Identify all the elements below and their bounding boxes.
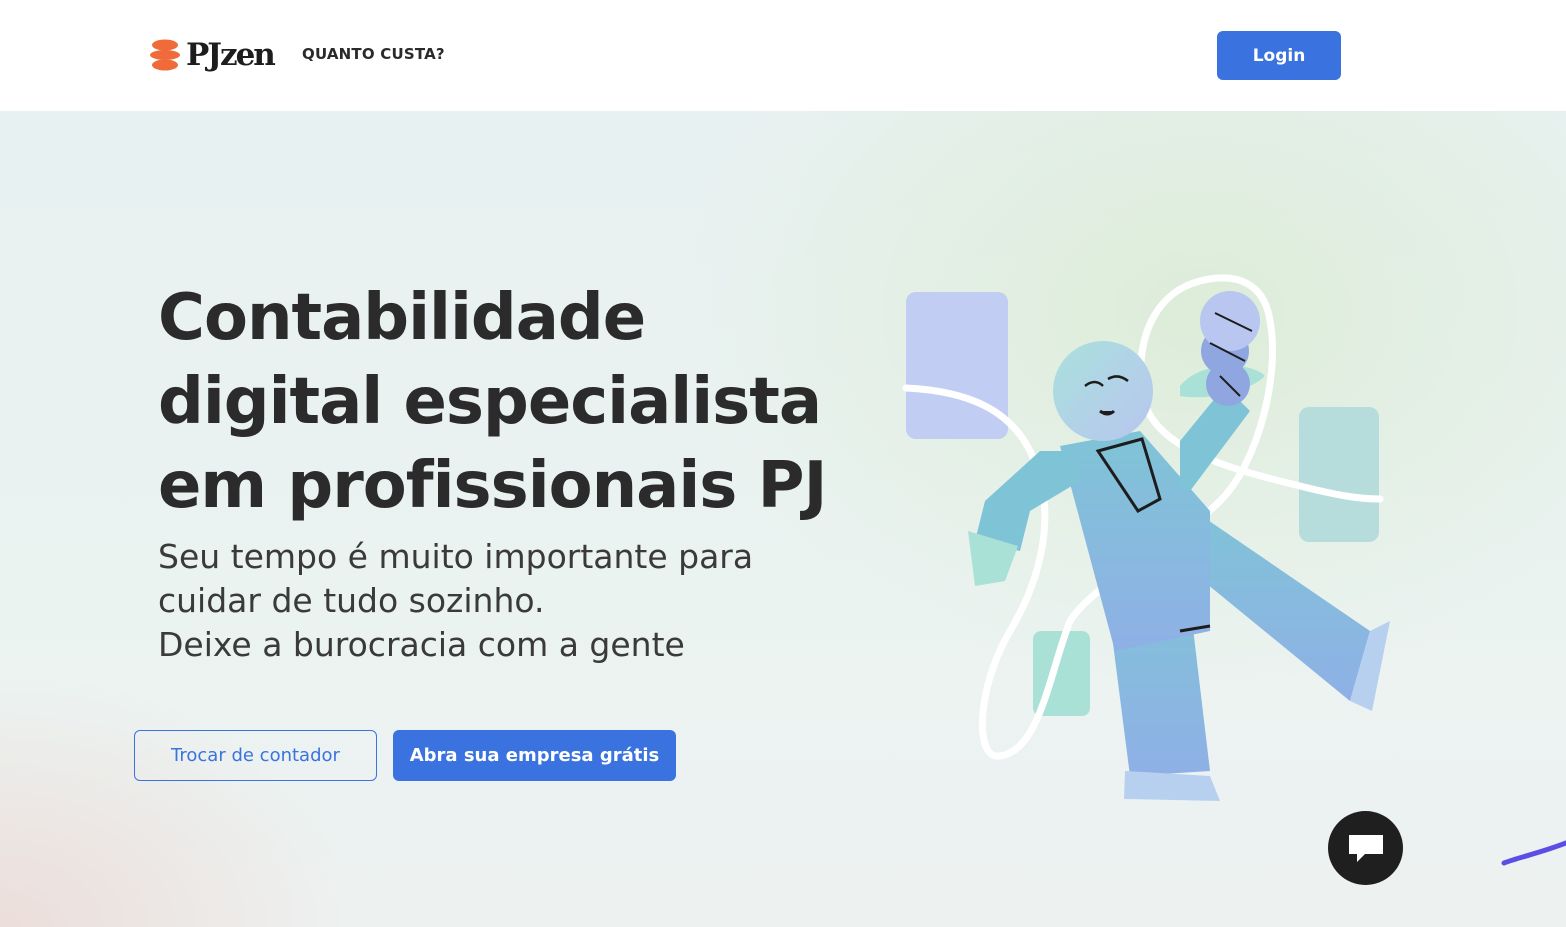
switch-accountant-button[interactable]: Trocar de contador	[134, 730, 377, 781]
chat-button[interactable]	[1328, 811, 1403, 885]
nav-pricing-link[interactable]: QUANTO CUSTA?	[302, 45, 445, 63]
top-navigation: PJzen QUANTO CUSTA? Login	[0, 0, 1566, 111]
hero-subline-line-1: Seu tempo é muito importante para cuidar…	[158, 537, 754, 620]
hero-headline: Contabilidade digital especialista em pr…	[158, 281, 827, 523]
open-company-button[interactable]: Abra sua empresa grátis	[393, 730, 676, 781]
juggling-person-illustration	[902, 274, 1390, 801]
hero-subline: Seu tempo é muito importante para cuidar…	[158, 535, 838, 667]
login-button[interactable]: Login	[1217, 31, 1341, 80]
decorative-scribble-icon	[1501, 840, 1566, 866]
hero-section: Contabilidade digital especialista em pr…	[0, 111, 1566, 927]
brand-logo[interactable]: PJzen	[150, 36, 276, 74]
hero-subline-line-2: Deixe a burocracia com a gente	[158, 625, 685, 664]
chat-bubble-icon	[1348, 835, 1383, 862]
logo-text: PJzen	[186, 37, 276, 73]
stacked-discs-icon	[150, 39, 180, 71]
